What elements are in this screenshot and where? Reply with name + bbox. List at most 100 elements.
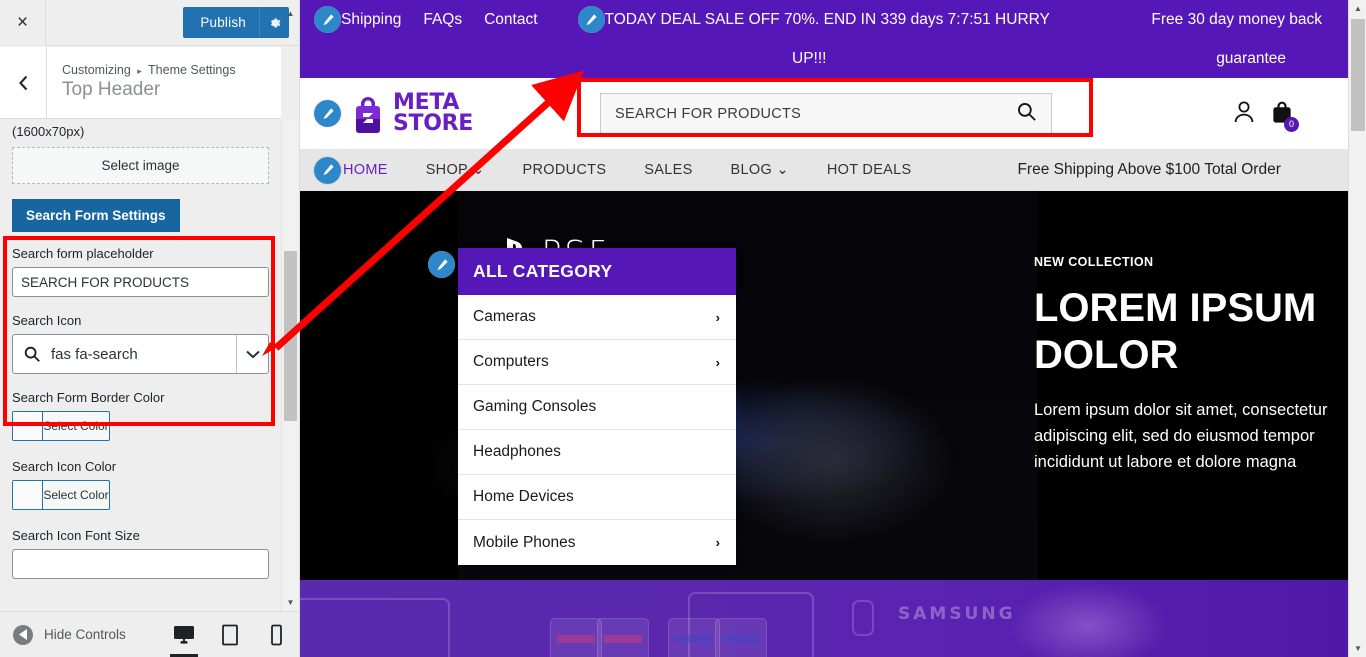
search-icon xyxy=(13,345,51,363)
hide-controls-button[interactable]: Hide Controls xyxy=(13,624,126,645)
search-form-border-color-label: Search Form Border Color xyxy=(12,390,165,405)
search-icon-font-size-input[interactable] xyxy=(12,549,269,579)
phone-outline xyxy=(852,600,874,636)
cart-button[interactable]: 0 xyxy=(1270,99,1299,132)
promo-card xyxy=(300,598,450,657)
tablet-preview-icon[interactable] xyxy=(207,612,253,657)
close-icon[interactable]: × xyxy=(0,0,46,46)
site-preview: Shipping FAQs Contact TODAY DEAL SALE OF… xyxy=(300,0,1366,657)
promo-light-blob xyxy=(1000,580,1220,657)
scrollbar-thumb[interactable] xyxy=(284,251,297,421)
category-dropdown-title[interactable]: ALL CATEGORY xyxy=(458,248,736,295)
desktop-preview-icon[interactable] xyxy=(161,612,207,657)
category-label: Mobile Phones xyxy=(473,533,576,551)
app-root: × Publish Customizing ▸ Theme Settings T… xyxy=(0,0,1366,657)
scroll-down-icon[interactable]: ▼ xyxy=(282,594,299,611)
search-placeholder-label: Search form placeholder xyxy=(12,246,154,261)
preview-canvas: Shipping FAQs Contact TODAY DEAL SALE OF… xyxy=(300,0,1348,657)
category-item-headphones[interactable]: Headphones xyxy=(458,430,736,475)
logo-bag-icon xyxy=(356,96,380,133)
cart-count-badge: 0 xyxy=(1284,116,1299,132)
main-navigation: HOME SHOP ⌄ PRODUCTS SALES BLOG ⌄ HOT DE… xyxy=(300,149,1348,191)
site-header: META STORE SEARCH FOR PRODUCTS 0 xyxy=(300,78,1348,149)
announcement-links: Shipping FAQs Contact xyxy=(314,6,538,33)
chevron-down-icon[interactable] xyxy=(236,335,268,373)
hero-title: LOREM IPSUM DOLOR xyxy=(1034,286,1317,377)
deal-text: TODAY DEAL SALE OFF 70%. END IN 339 days… xyxy=(604,10,1050,28)
edit-pencil-icon[interactable] xyxy=(314,156,341,184)
search-form-border-color-picker[interactable]: Select Color xyxy=(12,411,110,441)
category-item-mobile-phones[interactable]: Mobile Phones › xyxy=(458,520,736,565)
category-label: Cameras xyxy=(473,308,536,325)
hero-banner: PS5. E FUTURE OF GAMING NEW COLLECTION L… xyxy=(300,191,1348,595)
category-item-gaming-consoles[interactable]: Gaming Consoles xyxy=(458,385,736,430)
scroll-up-icon[interactable]: ▲ xyxy=(282,5,299,22)
search-icon-select[interactable]: fas fa-search xyxy=(12,334,269,374)
nav-item-blog-label: BLOG xyxy=(730,162,773,178)
page-title: Top Header xyxy=(62,79,161,101)
search-input[interactable]: SEARCH FOR PRODUCTS xyxy=(615,106,1016,122)
deal-countdown: TODAY DEAL SALE OFF 70%. END IN 339 days… xyxy=(577,6,1050,33)
card-label-strip xyxy=(675,635,713,643)
image-size-hint: (1600x70px) xyxy=(12,124,85,139)
category-label: Gaming Consoles xyxy=(473,398,597,415)
chevron-left-icon[interactable] xyxy=(0,47,47,118)
logo-line-2: STORE xyxy=(393,110,474,136)
nav-item-sales[interactable]: SALES xyxy=(644,162,692,178)
search-form[interactable]: SEARCH FOR PRODUCTS xyxy=(600,92,1052,135)
category-label: Headphones xyxy=(473,443,561,460)
panel-header-text: Customizing ▸ Theme Settings Top Header xyxy=(47,63,236,102)
chevron-right-icon: › xyxy=(715,354,720,370)
chevron-right-icon: › xyxy=(715,309,720,325)
logo-text: META STORE xyxy=(393,92,474,136)
controls-list: (1600x70px) Select image Search Form Set… xyxy=(0,120,281,611)
logo[interactable]: META STORE xyxy=(314,92,564,136)
preview-scrollbar[interactable]: ▲ ▼ xyxy=(1348,0,1366,657)
edit-pencil-icon[interactable] xyxy=(314,6,341,33)
edit-pencil-icon[interactable] xyxy=(428,251,455,278)
search-icon-value: fas fa-search xyxy=(51,345,138,363)
announcement-row-2: UP!!! guarantee xyxy=(314,39,1334,78)
money-back-line-1: Free 30 day money back xyxy=(1151,10,1322,28)
breadcrumb-current[interactable]: Theme Settings xyxy=(148,63,236,77)
search-placeholder-input[interactable] xyxy=(12,267,269,297)
card-label-strip xyxy=(557,635,595,643)
announcement-bar: Shipping FAQs Contact TODAY DEAL SALE OF… xyxy=(300,0,1348,78)
select-color-label: Select Color xyxy=(43,419,109,433)
nav-item-products[interactable]: PRODUCTS xyxy=(523,162,607,178)
sidebar-scrollbar[interactable]: ▲ ▼ xyxy=(281,9,299,611)
scroll-up-icon[interactable]: ▲ xyxy=(1349,0,1366,17)
nav-item-home[interactable]: HOME xyxy=(343,162,388,178)
nav-item-shop[interactable]: SHOP ⌄ xyxy=(426,162,485,178)
breadcrumb-root[interactable]: Customizing xyxy=(62,63,131,77)
publish-button[interactable]: Publish xyxy=(183,7,289,38)
topbar-link-contact[interactable]: Contact xyxy=(484,11,537,29)
mobile-preview-icon[interactable] xyxy=(253,612,299,657)
search-icon-color-picker[interactable]: Select Color xyxy=(12,480,110,510)
customizer-sidebar: × Publish Customizing ▸ Theme Settings T… xyxy=(0,0,300,657)
nav-item-hot-deals[interactable]: HOT DEALS xyxy=(827,162,912,178)
search-icon[interactable] xyxy=(1016,101,1037,127)
panel-header: Customizing ▸ Theme Settings Top Header xyxy=(0,47,281,119)
category-label: Computers xyxy=(473,353,549,370)
select-image-button[interactable]: Select image xyxy=(12,147,269,184)
scroll-down-icon[interactable]: ▼ xyxy=(1349,640,1366,657)
category-item-computers[interactable]: Computers › xyxy=(458,340,736,385)
chevron-down-icon: ⌄ xyxy=(472,162,485,178)
category-item-home-devices[interactable]: Home Devices xyxy=(458,475,736,520)
scrollbar-thumb[interactable] xyxy=(1351,19,1365,131)
edit-pencil-icon[interactable] xyxy=(314,100,341,127)
shipping-promo-text: Free Shipping Above $100 Total Order xyxy=(1017,161,1281,178)
search-form-settings-button[interactable]: Search Form Settings xyxy=(12,199,180,232)
nav-item-blog[interactable]: BLOG ⌄ xyxy=(731,162,789,178)
user-icon[interactable] xyxy=(1232,99,1256,129)
chevron-right-icon: › xyxy=(715,535,720,550)
edit-pencil-icon[interactable] xyxy=(577,6,605,33)
collapse-icon xyxy=(13,624,33,645)
topbar-link-shipping[interactable]: Shipping xyxy=(341,11,401,29)
topbar-link-faqs[interactable]: FAQs xyxy=(423,11,462,29)
category-item-cameras[interactable]: Cameras › xyxy=(458,295,736,340)
samsung-brand-text: SAMSUNG xyxy=(898,604,1016,624)
breadcrumb-separator-icon: ▸ xyxy=(137,66,142,77)
promo-band: SAMSUNG xyxy=(300,580,1348,657)
